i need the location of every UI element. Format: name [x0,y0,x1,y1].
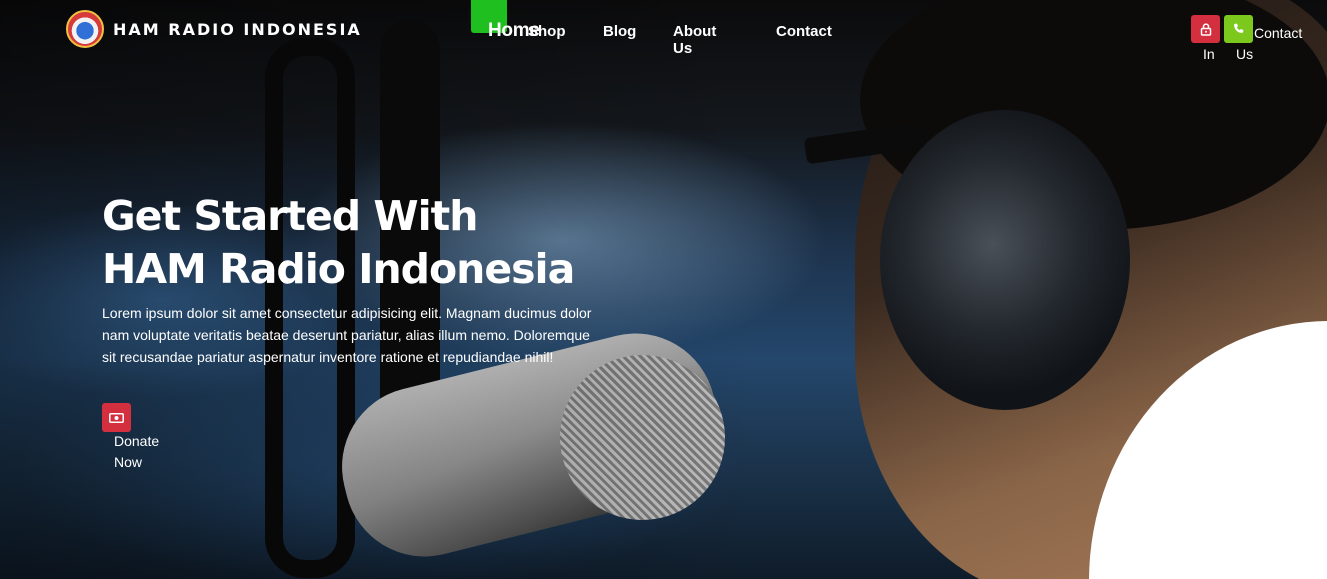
donate-label-line2: Now [114,454,143,470]
hero-title-line1: Get Started With [102,192,478,240]
donate-button[interactable] [102,403,131,432]
hero-description: Lorem ipsum dolor sit amet consectetur a… [102,305,592,365]
contact-us-button[interactable] [1224,15,1253,43]
login-label[interactable]: In [1203,43,1215,65]
login-button[interactable] [1191,15,1220,43]
contact-us-label-line1[interactable]: Contact [1254,22,1302,44]
hero-photo-headphone [880,110,1130,410]
contact-us-label-line2[interactable]: Us [1236,43,1253,65]
brand-name: HAM RADIO INDONESIA [113,19,362,39]
brand-logo-link[interactable]: HAM RADIO INDONESIA [66,10,362,48]
nav-contact[interactable]: Contact [776,23,832,40]
donate-label-line1: Donate [114,433,160,449]
nav-shop[interactable]: Shop [528,23,566,40]
ham-radio-logo-icon [66,10,104,48]
money-icon [109,412,124,423]
nav-about-us[interactable]: About Us [673,23,716,57]
hero-title-line2: HAM Radio Indonesia [102,245,575,293]
nav-blog[interactable]: Blog [603,23,636,40]
lock-icon [1200,22,1211,36]
hero-title: Get Started With HAM Radio Indonesia [102,190,575,296]
donate-label[interactable]: Donate Now [114,431,174,473]
phone-icon [1233,23,1243,33]
